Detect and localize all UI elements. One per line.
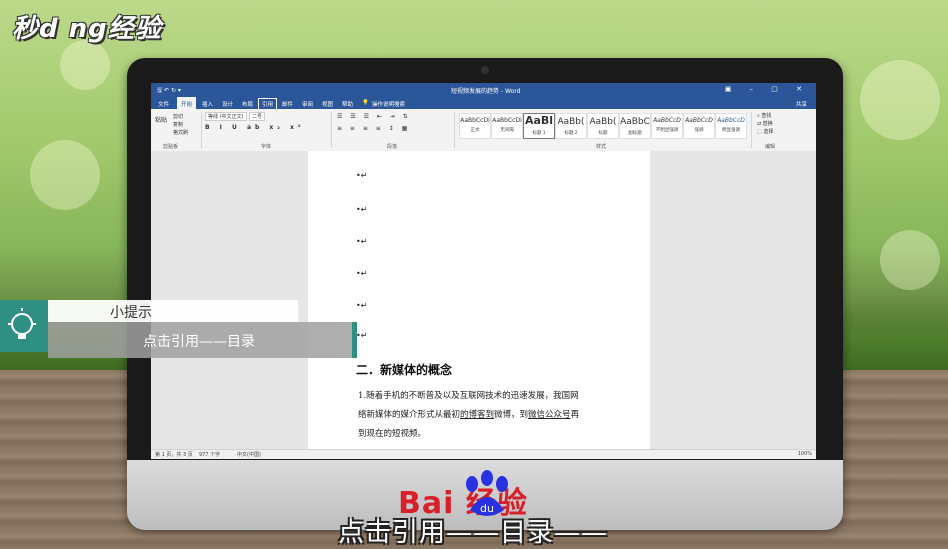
cut-button[interactable]: 剪切 [173, 113, 183, 120]
lightbulb-icon [0, 300, 48, 352]
ribbon-home: 粘贴 剪切 复制 格式刷 剪贴板 等线 (中文正文) 二号 B I U ab x… [151, 109, 816, 152]
bokeh-light [880, 230, 940, 290]
group-font: 字体 [261, 144, 272, 150]
tab-review[interactable]: 审阅 [299, 99, 316, 109]
paste-button[interactable]: 粘贴 [155, 115, 167, 124]
tell-me-search[interactable]: 操作说明搜索 [369, 99, 408, 109]
quick-access-icons[interactable]: 🖫 ↶ ↻ ▾ [157, 86, 181, 96]
tab-file[interactable]: 文件 [155, 99, 172, 109]
font-size-select[interactable]: 二号 [249, 112, 266, 121]
group-clipboard: 剪贴板 [163, 144, 179, 150]
replace-button[interactable]: ⇄ 替换 [757, 120, 773, 127]
tab-view[interactable]: 视图 [319, 99, 336, 109]
alignment-buttons[interactable]: ≡ ≡ ≡ ≡ ↕ ▦ [337, 125, 410, 132]
paragraph-line: 络新媒体的媒介形式从最初的博客到微博，到微信公众号再 [358, 410, 580, 420]
page-count[interactable]: 第 1 页，共 3 页 [155, 451, 193, 458]
empty-list-item: •↵ [356, 331, 368, 340]
style-heading-1[interactable]: AaBl 标题 1 [523, 113, 555, 139]
format-painter-button[interactable]: 格式刷 [173, 129, 188, 136]
word-count[interactable]: 977 个字 [199, 451, 220, 458]
group-divider [331, 112, 332, 148]
tip-title: 小提示 [110, 305, 152, 321]
camera-icon [481, 66, 489, 74]
tab-help[interactable]: 帮助 [339, 99, 356, 109]
group-styles: 样式 [596, 144, 607, 150]
style-normal[interactable]: AaBbCcDi 正文 [459, 113, 491, 139]
group-divider [751, 112, 752, 148]
status-bar: 第 1 页，共 3 页 977 个字 中文(中国) 100% [151, 449, 816, 459]
paragraph-buttons[interactable]: ☰ ☰ ☰ ⇤ ⇥ ⇅ [337, 113, 411, 120]
empty-list-item: •↵ [356, 301, 368, 310]
tab-layout[interactable]: 布局 [239, 99, 256, 109]
section-heading: 二．新媒体的概念 [356, 363, 453, 377]
find-button[interactable]: ⌕ 查找 [757, 112, 771, 119]
title-bar: 🖫 ↶ ↻ ▾ 短视频发展的趋势 - Word ▣ – ▢ ✕ [151, 83, 816, 97]
ribbon-tabs: 文件 开始 插入 设计 布局 引用 邮件 审阅 视图 帮助 💡 操作说明搜索 共… [151, 97, 816, 110]
tip-header-bg [48, 300, 298, 322]
video-subtitle: 点击引用——目录—— [338, 518, 609, 548]
group-editing: 编辑 [765, 144, 776, 150]
empty-list-item: •↵ [356, 269, 368, 278]
style-title[interactable]: AaBb(标题 [587, 113, 619, 139]
tab-insert[interactable]: 插入 [199, 99, 216, 109]
window-controls[interactable]: ▣ – ▢ ✕ [725, 85, 810, 93]
tab-mailings[interactable]: 邮件 [279, 99, 296, 109]
style-subtitle[interactable]: AaBbC 副标题 [619, 113, 651, 139]
style-no-spacing[interactable]: AaBbCcDi 无间隔 [491, 113, 523, 139]
zoom-level[interactable]: 100% [798, 451, 812, 457]
style-heading-2[interactable]: AaBb(标题 2 [555, 113, 587, 139]
group-divider [201, 112, 202, 148]
font-name-select[interactable]: 等线 (中文正文) [205, 112, 247, 121]
tip-text: 点击引用——目录 [143, 334, 255, 350]
empty-list-item: •↵ [356, 237, 368, 246]
document-page[interactable]: •↵ •↵ •↵ •↵ •↵ •↵ 二．新媒体的概念 1.随着手机的不断普及以及… [308, 151, 650, 449]
word-window: 🖫 ↶ ↻ ▾ 短视频发展的趋势 - Word ▣ – ▢ ✕ 文件 开始 插入… [151, 83, 816, 459]
group-divider [454, 112, 455, 148]
select-button[interactable]: ⬚ 选择 [757, 128, 773, 135]
window-title: 短视频发展的趋势 - Word [451, 88, 521, 95]
language-status[interactable]: 中文(中国) [237, 451, 261, 458]
miaodong-logo: 秒d ng经验 [12, 14, 162, 44]
bokeh-light [30, 140, 100, 210]
style-intense-emphasis[interactable]: AaBbCcD 明显强调 [715, 113, 747, 139]
tab-references[interactable]: 引用 [257, 98, 278, 110]
paragraph-line: 到现在的短视频。 [358, 429, 427, 439]
font-format-buttons[interactable]: B I U ab x₂ x² [205, 124, 304, 131]
copy-button[interactable]: 复制 [173, 121, 183, 128]
empty-list-item: •↵ [356, 171, 368, 180]
share-button[interactable]: 共享 [793, 99, 810, 109]
bokeh-light [60, 40, 110, 90]
style-subtle-emphasis[interactable]: AaBbCcD 不明显强调 [651, 113, 683, 139]
tab-design[interactable]: 设计 [219, 99, 236, 109]
group-paragraph: 段落 [387, 144, 398, 150]
empty-list-item: •↵ [356, 205, 368, 214]
bokeh-light [860, 60, 940, 140]
paragraph-line: 1.随着手机的不断普及以及互联网技术的迅速发展，我国网 [358, 391, 579, 401]
tip-accent-bar [352, 322, 357, 358]
style-emphasis[interactable]: AaBbCcD 强调 [683, 113, 715, 139]
